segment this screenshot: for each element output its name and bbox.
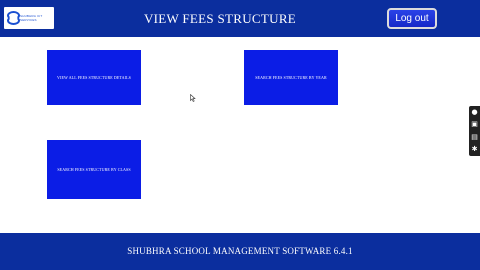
side-toolbar: ● ▣ ▤ ✱ (469, 106, 480, 156)
record-icon[interactable]: ● (471, 108, 478, 116)
camera-icon[interactable]: ▣ (471, 121, 478, 128)
page-title: VIEW FEES STRUCTURE (143, 11, 297, 26)
tile-label: SEARCH FEES STRUCTURE BY YEAR (255, 75, 327, 80)
header-bar: SHUBHRA ICT SERVICES VIEW FEES STRUCTURE… (0, 0, 480, 37)
mouse-cursor-icon (190, 94, 196, 102)
footer-bar: SHUBHRA SCHOOL MANAGEMENT SOFTWARE 6.4.1 (0, 233, 480, 270)
search-fees-by-year-button[interactable]: SEARCH FEES STRUCTURE BY YEAR (244, 50, 338, 105)
gear-icon[interactable]: ✱ (471, 146, 478, 153)
tile-label: VIEW ALL FEES STRUCTURE DETAILS (57, 75, 131, 80)
logo-icon (7, 11, 20, 25)
folder-icon[interactable]: ▤ (471, 133, 478, 141)
logo-text: SHUBHRA ICT SERVICES (20, 14, 43, 22)
view-all-fees-button[interactable]: VIEW ALL FEES STRUCTURE DETAILS (47, 50, 141, 105)
software-version-text: SHUBHRA SCHOOL MANAGEMENT SOFTWARE 6.4.1 (127, 246, 353, 256)
search-fees-by-class-button[interactable]: SEARCH FEES STRUCTURE BY CLASS (47, 140, 141, 199)
company-logo: SHUBHRA ICT SERVICES (4, 7, 54, 29)
logout-button[interactable]: Log out (387, 8, 437, 29)
tile-label: SEARCH FEES STRUCTURE BY CLASS (57, 167, 131, 172)
